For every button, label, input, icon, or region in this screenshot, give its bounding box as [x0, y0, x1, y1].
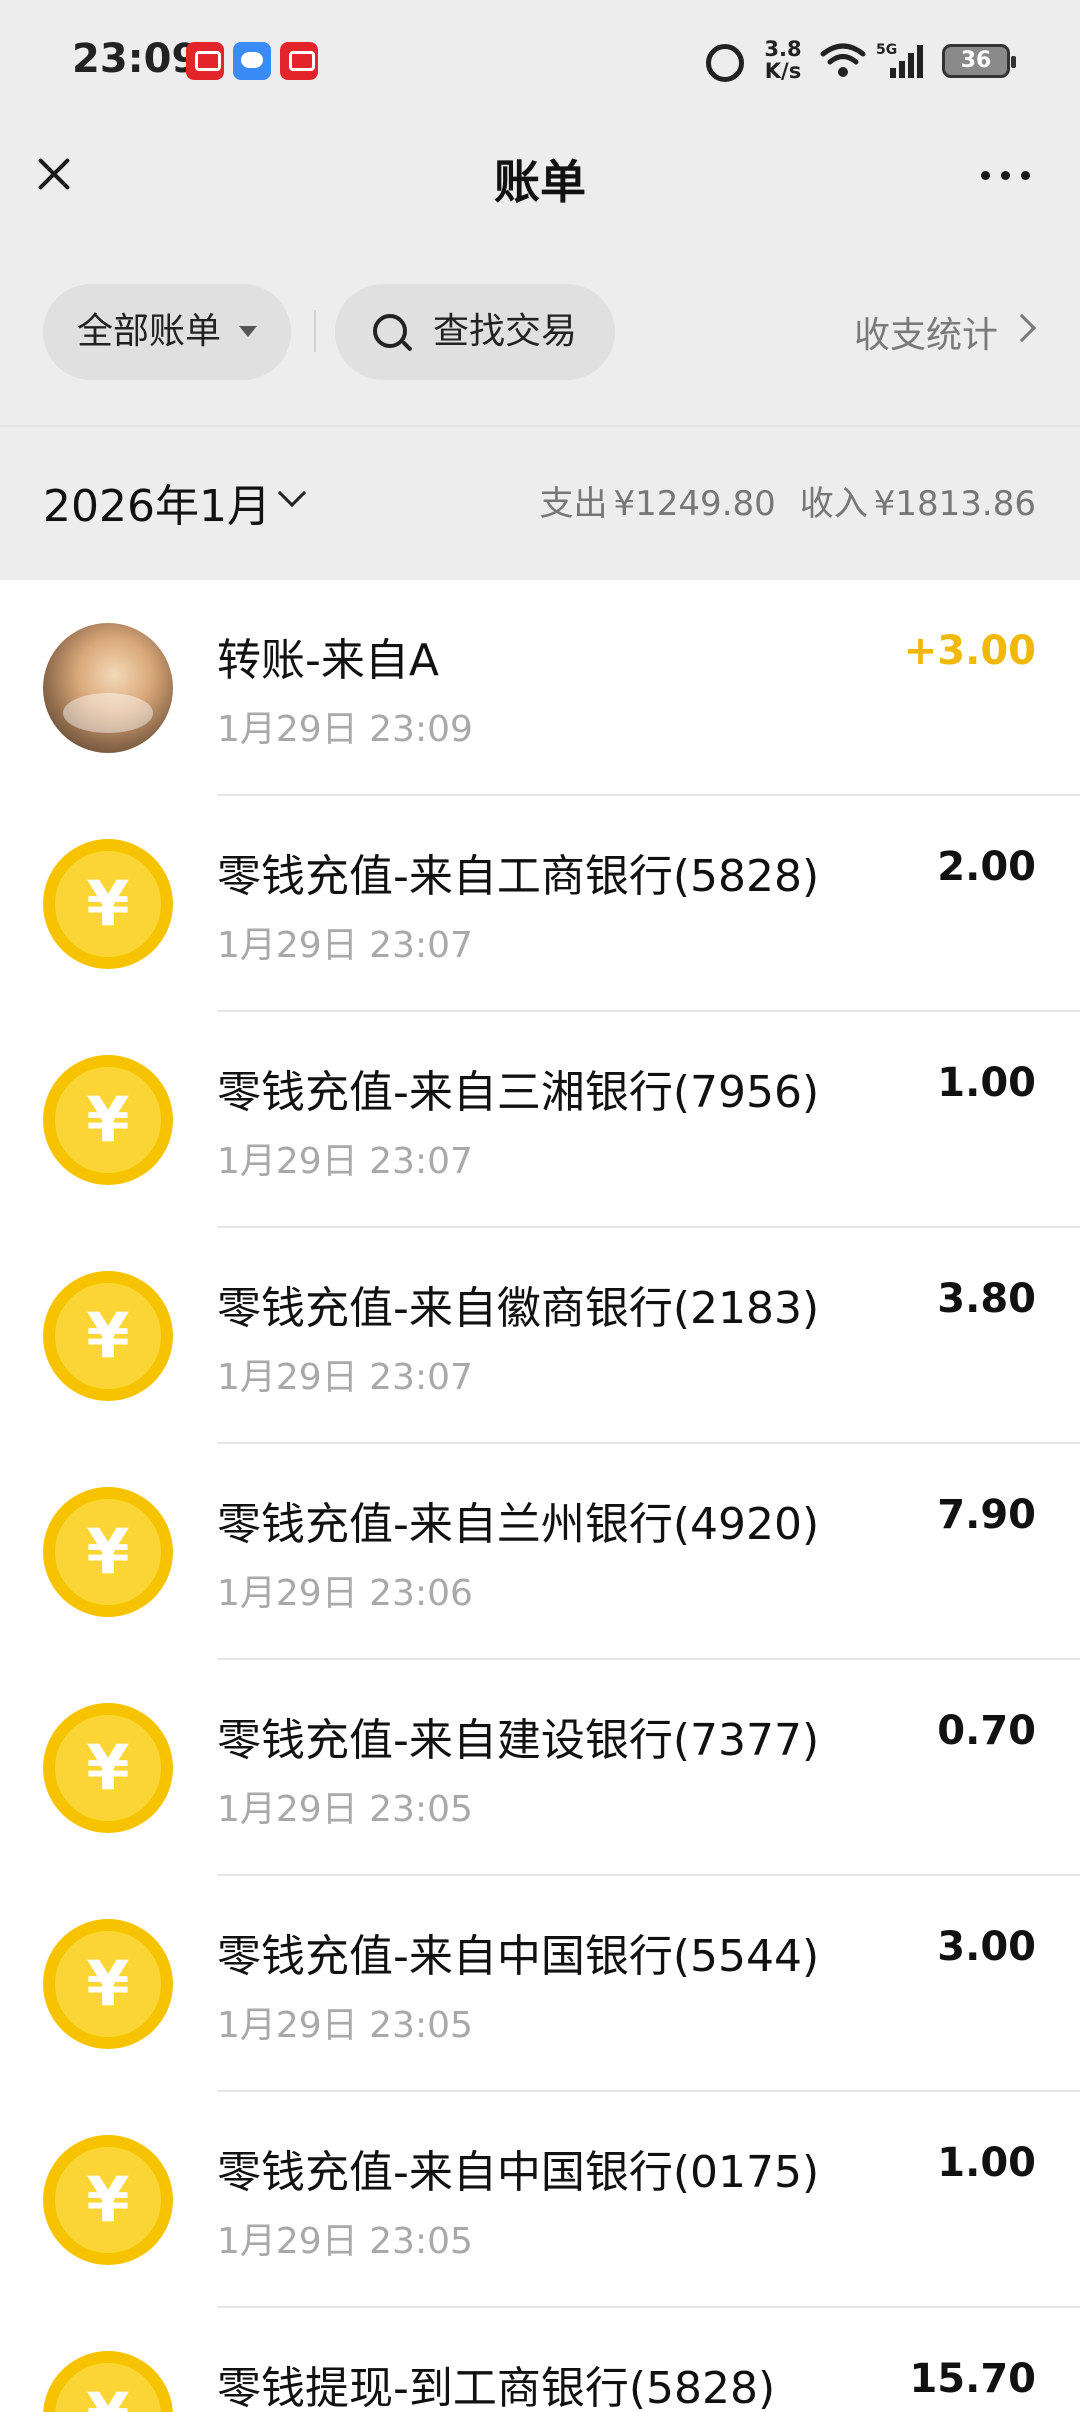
yuan-coin-icon: ¥	[43, 1271, 173, 1401]
transaction-row[interactable]: ¥ 零钱充值-来自中国银行(0175) 1月29日 23:05 1.00	[0, 2092, 1080, 2308]
transaction-title: 零钱充值-来自中国银行(0175)	[217, 2147, 820, 2198]
avatar	[43, 623, 173, 753]
transaction-amount: 2.00	[937, 844, 1036, 890]
battery-icon: 36	[942, 44, 1016, 78]
search-icon	[373, 314, 407, 348]
app-notification-icon	[186, 42, 224, 80]
section-divider	[0, 425, 1080, 427]
income-label: 收入	[799, 484, 868, 524]
transaction-row[interactable]: ¥ 零钱充值-来自工商银行(5828) 1月29日 23:07 2.00	[0, 796, 1080, 1012]
yuan-coin-icon: ¥	[43, 1703, 173, 1833]
transaction-time: 1月29日 23:07	[217, 1141, 473, 1182]
transaction-amount: 3.80	[937, 1276, 1036, 1322]
transaction-amount: 15.70	[909, 2356, 1036, 2402]
transaction-time: 1月29日 23:05	[217, 2005, 473, 2046]
transaction-title: 零钱充值-来自中国银行(5544)	[217, 1931, 820, 1982]
filter-divider	[314, 310, 316, 352]
all-bills-filter-button[interactable]: 全部账单	[43, 284, 291, 380]
transaction-row[interactable]: ¥ 零钱充值-来自徽商银行(2183) 1月29日 23:07 3.80	[0, 1228, 1080, 1444]
transaction-amount: 3.00	[937, 1924, 1036, 1970]
more-dot	[1021, 171, 1030, 180]
transaction-title: 零钱提现-到工商银行(5828)	[217, 2363, 776, 2412]
transaction-row[interactable]: ¥ 零钱充值-来自中国银行(5544) 1月29日 23:05 3.00	[0, 1876, 1080, 2092]
yuan-coin-icon: ¥	[43, 1055, 173, 1185]
transaction-title: 零钱充值-来自徽商银行(2183)	[217, 1283, 820, 1334]
alarm-icon	[706, 44, 744, 82]
transaction-amount: 1.00	[937, 2140, 1036, 2186]
yuan-glyph: ¥	[86, 1083, 130, 1156]
yuan-coin-icon: ¥	[43, 839, 173, 969]
income-expense-stats-link[interactable]: 收支统计	[854, 306, 998, 358]
month-selector[interactable]: 2026年1月	[43, 470, 271, 534]
more-dot	[1001, 171, 1010, 180]
yuan-coin-icon: ¥	[43, 2135, 173, 2265]
transaction-amount: 7.90	[937, 1492, 1036, 1538]
yuan-glyph: ¥	[86, 1947, 130, 2020]
app-notification-icon	[280, 42, 318, 80]
month-summary: 支出 ¥1249.80 收入 ¥1813.86	[534, 476, 1036, 525]
yuan-glyph: ¥	[43, 2351, 173, 2412]
all-bills-filter-label: 全部账单	[77, 311, 222, 352]
more-dot	[981, 171, 990, 180]
transaction-title: 零钱充值-来自三湘银行(7956)	[217, 1067, 820, 1118]
network-speed: 3.8 K/s	[760, 38, 806, 82]
income-value: ¥1813.86	[873, 484, 1036, 524]
transaction-amount: 0.70	[937, 1708, 1036, 1754]
status-bar: 23:09 3.8 K/s 5G 36	[0, 0, 1080, 120]
transaction-time: 1月29日 23:09	[217, 709, 473, 750]
expense-value: ¥1249.80	[613, 484, 776, 524]
yuan-glyph: ¥	[86, 2163, 130, 2236]
yuan-coin-icon: ¥	[43, 1919, 173, 2049]
search-transactions-button[interactable]: 查找交易	[335, 284, 615, 380]
transaction-time: 1月29日 23:07	[217, 1357, 473, 1398]
transaction-title: 零钱充值-来自兰州银行(4920)	[217, 1499, 820, 1550]
message-notification-icon	[233, 42, 271, 80]
transaction-list: 转账-来自A 1月29日 23:09 +3.00 ¥ 零钱充值-来自工商银行(5…	[0, 580, 1080, 2412]
network-speed-value: 3.8	[764, 37, 802, 61]
transaction-time: 1月29日 23:05	[217, 2221, 473, 2262]
transaction-amount: 1.00	[937, 1060, 1036, 1106]
yuan-glyph: ¥	[86, 1731, 130, 1804]
transaction-time: 1月29日 23:06	[217, 1573, 473, 1614]
transaction-row[interactable]: ¥ 零钱充值-来自建设银行(7377) 1月29日 23:05 0.70	[0, 1660, 1080, 1876]
caret-down-icon	[239, 326, 257, 337]
search-transactions-label: 查找交易	[433, 311, 578, 352]
expense-label: 支出	[539, 484, 608, 524]
transaction-row[interactable]: ¥ 零钱充值-来自三湘银行(7956) 1月29日 23:07 1.00	[0, 1012, 1080, 1228]
yuan-coin-icon: ¥	[43, 2351, 173, 2412]
more-options-icon[interactable]	[978, 160, 1034, 190]
yuan-coin-icon: ¥	[43, 1487, 173, 1617]
status-time: 23:09	[72, 36, 200, 82]
transaction-title: 零钱充值-来自建设银行(7377)	[217, 1715, 820, 1766]
transaction-time: 1月29日 23:05	[217, 1789, 473, 1830]
transaction-amount: +3.00	[903, 628, 1036, 674]
transaction-row[interactable]: ¥ 零钱提现-到工商银行(5828) 15.70	[0, 2308, 1080, 2412]
page-title: 账单	[494, 155, 586, 209]
network-speed-unit: K/s	[764, 59, 802, 83]
wifi-icon	[820, 43, 866, 77]
transaction-row[interactable]: ¥ 零钱充值-来自兰州银行(4920) 1月29日 23:06 7.90	[0, 1444, 1080, 1660]
yuan-glyph: ¥	[86, 1299, 130, 1372]
transaction-title: 零钱充值-来自工商银行(5828)	[217, 851, 820, 902]
transaction-title: 转账-来自A	[217, 635, 439, 686]
transaction-row[interactable]: 转账-来自A 1月29日 23:09 +3.00	[0, 580, 1080, 796]
yuan-glyph: ¥	[86, 867, 130, 940]
transaction-time: 1月29日 23:07	[217, 925, 473, 966]
network-type-label: 5G	[876, 42, 897, 58]
yuan-glyph: ¥	[86, 1515, 130, 1588]
signal-icon: 5G	[876, 42, 923, 78]
